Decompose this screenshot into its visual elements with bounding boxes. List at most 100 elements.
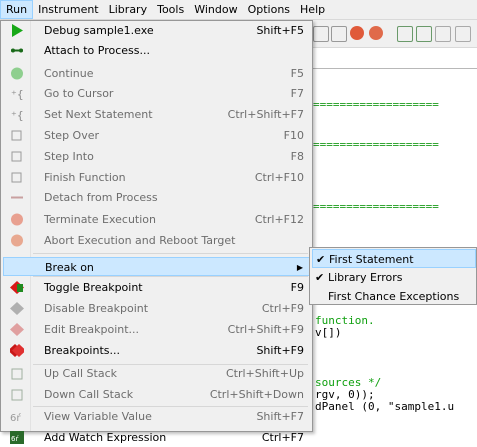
breakpoint-toolbar-icon[interactable]: [416, 26, 432, 42]
menu-item-label: Step Into: [44, 150, 94, 163]
terminate-menu-item[interactable]: Terminate Execution Ctrl+F12: [3, 210, 310, 229]
menu-item-label: Set Next Statement: [44, 108, 153, 121]
menu-item-shortcut: F8: [290, 150, 304, 163]
step-into-menu-item[interactable]: Step Into F8: [3, 147, 310, 166]
menu-item-label: Up Call Stack: [44, 367, 118, 380]
menu-tools[interactable]: Tools: [152, 0, 189, 19]
run-menu: Debug sample1.exe Shift+F5 Attach to Proce…: [0, 20, 313, 444]
attach-menu-item[interactable]: Attach to Process...: [3, 41, 310, 60]
view-variable-menu-item[interactable]: 6ŕ View Variable Value Shift+F7: [3, 407, 310, 426]
watch-toolbar-icon[interactable]: [435, 26, 451, 42]
toolbar: [305, 20, 477, 48]
stop-toolbar-icon[interactable]: [350, 26, 364, 40]
editor-separator: ===================: [313, 200, 439, 213]
svg-text:6ŕ: 6ŕ: [11, 435, 19, 443]
source-editor[interactable]: =================== =================== …: [305, 48, 477, 432]
menu-item-shortcut: F7: [290, 87, 304, 100]
menu-item-shortcut: Ctrl+Shift+Up: [225, 367, 304, 380]
menu-item-shortcut: Shift+F7: [256, 410, 304, 423]
detach-icon: [10, 191, 24, 204]
menu-item-label: Down Call Stack: [44, 388, 134, 401]
add-watch-icon: 6ŕ: [10, 431, 24, 444]
menu-item-label: Breakpoints...: [44, 344, 120, 357]
menu-item-shortcut: Ctrl+F7: [261, 431, 304, 444]
menu-item-label: Debug sample1.exe: [44, 24, 154, 37]
disable-breakpoint-menu-item[interactable]: Disable Breakpoint Ctrl+F9: [3, 299, 310, 318]
break-on-submenu: ✔ First Statement ✔ Library Errors First Cha…: [309, 247, 477, 305]
down-call-stack-menu-item[interactable]: Down Call Stack Ctrl+Shift+Down: [3, 385, 310, 404]
watch-toolbar-icon[interactable]: [455, 26, 471, 42]
step-toolbar-icon[interactable]: [331, 26, 347, 42]
svg-text:⁺{: ⁺{: [11, 88, 24, 100]
menu-window[interactable]: Window: [189, 0, 242, 19]
run-icon: [10, 24, 24, 37]
abort-icon: [10, 234, 24, 247]
breakpoints-menu-item[interactable]: Breakpoints... Shift+F9: [3, 341, 310, 360]
set-next-statement-menu-item[interactable]: ⁺{Set Next Statement Ctrl+Shift+F7: [3, 105, 310, 124]
menu-item-label: Detach from Process: [44, 191, 158, 204]
menu-item-label: Edit Breakpoint...: [44, 323, 140, 336]
menu-item-shortcut: Ctrl+F9: [261, 302, 304, 315]
menu-bar: Run Instrument Library Tools Window Options He…: [0, 0, 477, 20]
menu-item-shortcut: Ctrl+F12: [254, 213, 304, 226]
submenu-arrow-icon: ▶: [296, 263, 303, 272]
checkmark-icon: ✔: [315, 271, 325, 284]
menu-library[interactable]: Library: [104, 0, 152, 19]
breakpoint-toolbar-icon[interactable]: [397, 26, 413, 42]
view-variable-icon: 6ŕ: [10, 410, 24, 424]
up-call-stack-icon: [10, 367, 24, 380]
menu-item-label: First Statement: [329, 253, 414, 266]
menu-item-shortcut: Shift+F9: [256, 344, 304, 357]
add-watch-menu-item[interactable]: 6ŕ Add Watch Expression Ctrl+F7: [3, 428, 310, 447]
menu-item-label: Terminate Execution: [44, 213, 156, 226]
step-toolbar-icon[interactable]: [313, 26, 329, 42]
down-call-stack-icon: [10, 388, 24, 401]
menu-item-label: Disable Breakpoint: [44, 302, 149, 315]
debug-menu-item[interactable]: Debug sample1.exe Shift+F5: [3, 21, 310, 40]
finish-function-menu-item[interactable]: Finish Function Ctrl+F10: [3, 168, 310, 187]
menu-item-label: Break on: [45, 261, 94, 274]
menu-help[interactable]: Help: [295, 0, 330, 19]
menu-options[interactable]: Options: [243, 0, 295, 19]
stop-toolbar-icon[interactable]: [369, 26, 383, 40]
menu-item-label: Abort Execution and Reboot Target: [44, 234, 236, 247]
menu-item-shortcut: F10: [283, 129, 304, 142]
svg-text:6ŕ: 6ŕ: [10, 412, 21, 423]
abort-menu-item[interactable]: Abort Execution and Reboot Target: [3, 231, 310, 250]
toggle-breakpoint-menu-item[interactable]: Toggle Breakpoint F9: [3, 278, 310, 297]
breakpoints-icon: [8, 344, 26, 357]
menu-item-shortcut: Shift+F5: [256, 24, 304, 37]
editor-rule: [305, 68, 477, 69]
editor-separator: ===================: [313, 98, 439, 111]
menu-item-label: Finish Function: [44, 171, 126, 184]
menu-item-label: View Variable Value: [44, 410, 152, 423]
detach-menu-item[interactable]: Detach from Process: [3, 188, 310, 207]
step-into-icon: [10, 150, 24, 163]
menu-item-label: First Chance Exceptions: [328, 290, 460, 303]
library-errors-menu-item[interactable]: ✔ Library Errors: [312, 268, 476, 287]
menu-instrument[interactable]: Instrument: [33, 0, 104, 19]
menu-item-shortcut: Ctrl+Shift+F9: [227, 323, 304, 336]
break-on-menu-item[interactable]: Break on ▶: [3, 257, 310, 276]
edit-breakpoint-menu-item[interactable]: Edit Breakpoint... Ctrl+Shift+F9: [3, 320, 310, 339]
attach-icon: [10, 44, 24, 57]
continue-icon: [10, 67, 24, 80]
continue-menu-item[interactable]: Continue F5: [3, 64, 310, 83]
up-call-stack-menu-item[interactable]: Up Call Stack Ctrl+Shift+Up: [3, 364, 310, 383]
menu-item-label: Step Over: [44, 129, 99, 142]
go-to-cursor-icon: ⁺{: [10, 87, 24, 101]
editor-line: v[]): [315, 326, 342, 339]
editor-separator: ===================: [313, 138, 439, 151]
menu-item-shortcut: F5: [290, 67, 304, 80]
go-to-cursor-menu-item[interactable]: ⁺{ Go to Cursor F7: [3, 84, 310, 103]
menu-item-label: Continue: [44, 67, 94, 80]
menu-item-label: Library Errors: [328, 271, 403, 284]
menu-item-label: Add Watch Expression: [44, 431, 167, 444]
toggle-breakpoint-icon: [10, 281, 24, 294]
menu-item-label: Go to Cursor: [44, 87, 114, 100]
menu-run[interactable]: Run: [0, 0, 34, 19]
svg-text:⁺{: ⁺{: [11, 109, 24, 121]
step-over-menu-item[interactable]: Step Over F10: [3, 126, 310, 145]
first-statement-menu-item[interactable]: ✔ First Statement: [312, 249, 476, 268]
first-chance-exceptions-menu-item[interactable]: First Chance Exceptions: [312, 287, 476, 306]
